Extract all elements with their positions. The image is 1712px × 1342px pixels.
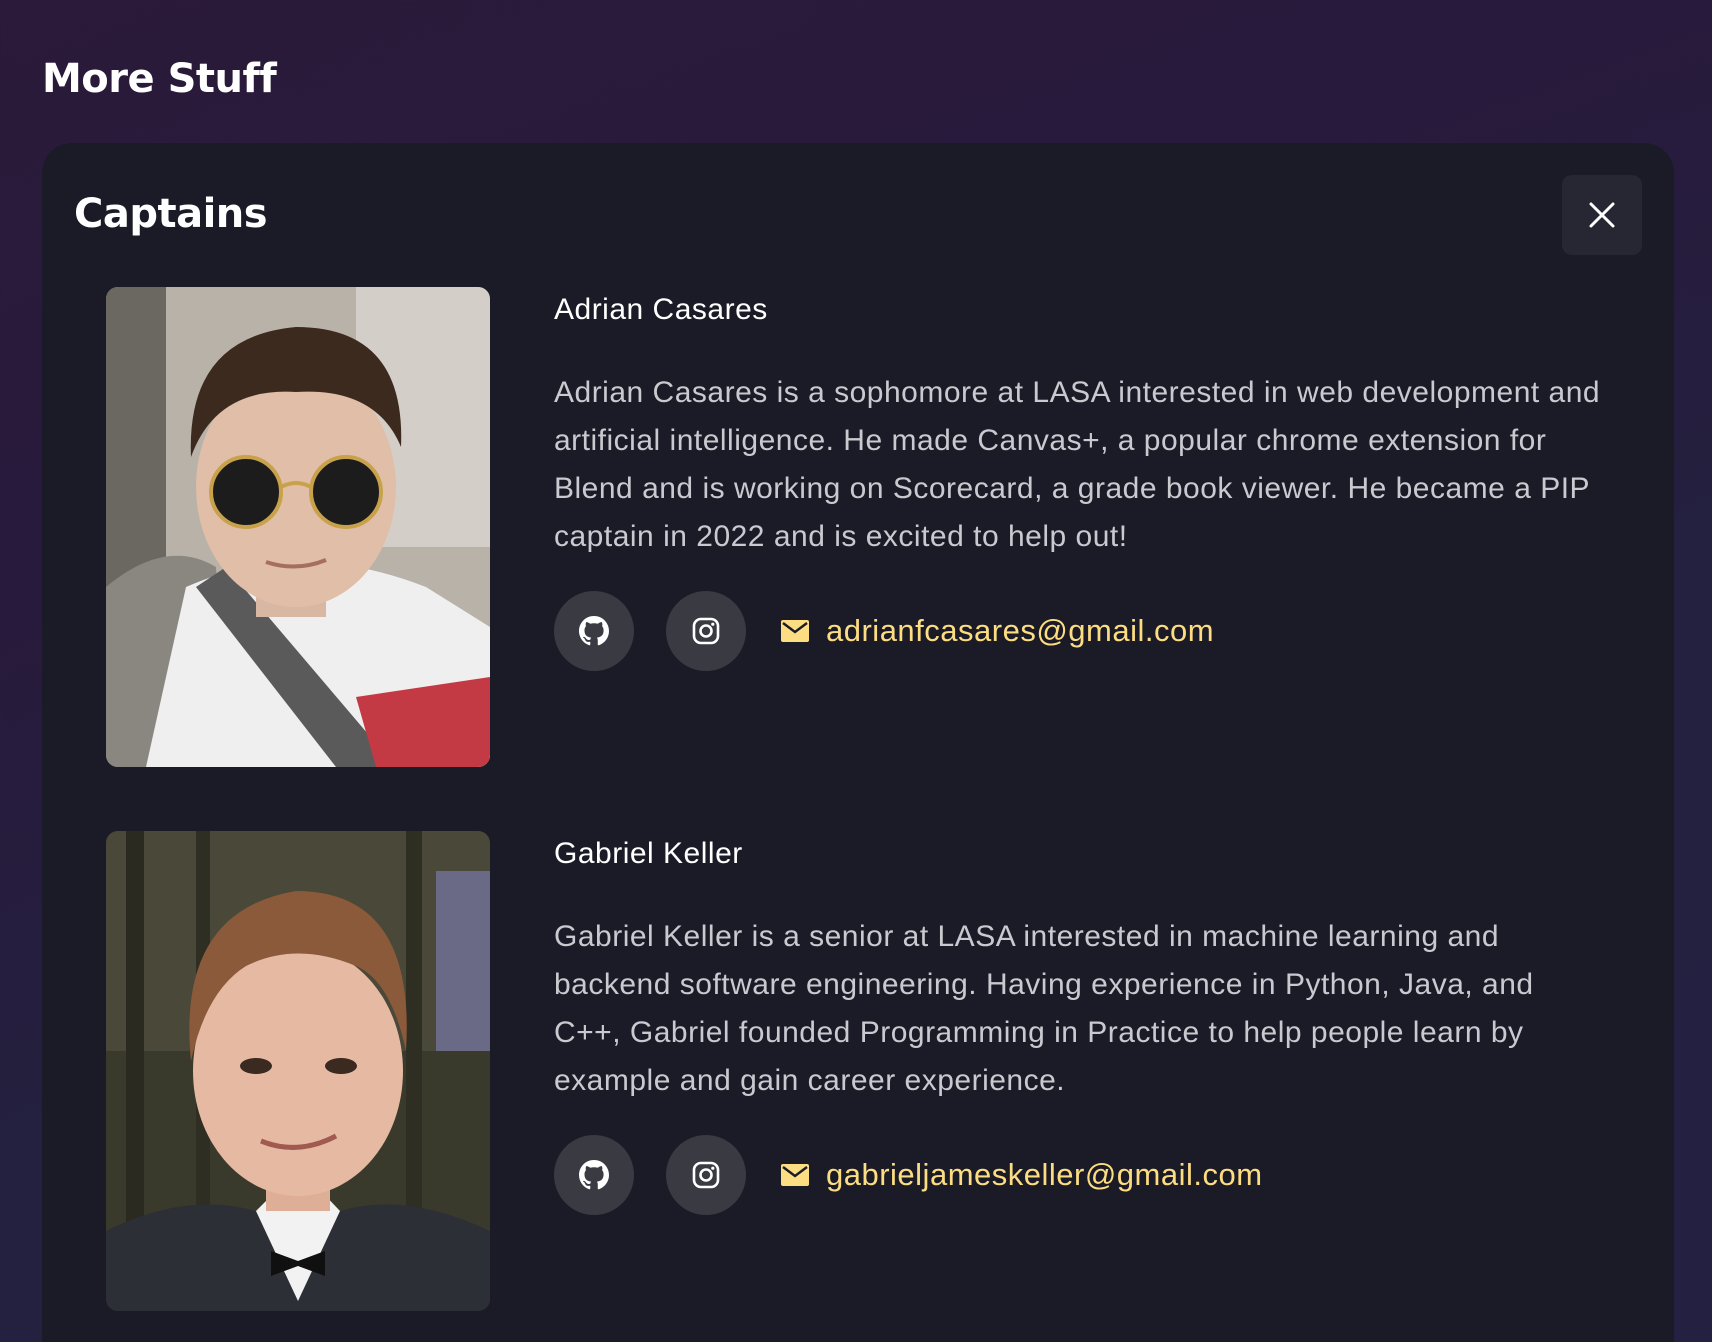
instagram-button[interactable] — [666, 591, 746, 671]
captain-name: Adrian Casares — [554, 293, 768, 326]
instagram-icon — [692, 1161, 720, 1189]
captains-panel: Captains Adrian Casares Adrian Casares i… — [42, 143, 1674, 1342]
captain-card: Gabriel Keller Gabriel Keller is a senio… — [106, 831, 1626, 1311]
captain-card: Adrian Casares Adrian Casares is a sopho… — [106, 287, 1626, 767]
mail-icon — [780, 1163, 810, 1187]
github-button[interactable] — [554, 591, 634, 671]
email-link[interactable]: gabrieljameskeller@gmail.com — [826, 1157, 1263, 1193]
captain-photo — [106, 287, 490, 767]
github-button[interactable] — [554, 1135, 634, 1215]
section-title: More Stuff — [42, 56, 277, 102]
instagram-icon — [692, 617, 720, 645]
captain-name: Gabriel Keller — [554, 837, 743, 870]
email-link[interactable]: adrianfcasares@gmail.com — [826, 613, 1214, 649]
instagram-button[interactable] — [666, 1135, 746, 1215]
captain-bio: Adrian Casares is a sophomore at LASA in… — [554, 376, 1601, 553]
github-icon — [579, 1160, 609, 1190]
close-button[interactable] — [1562, 175, 1642, 255]
contact-links: gabrieljameskeller@gmail.com — [554, 1135, 1263, 1215]
close-icon — [1589, 202, 1615, 228]
github-icon — [579, 616, 609, 646]
mail-icon — [780, 619, 810, 643]
panel-title: Captains — [74, 191, 268, 237]
captain-photo — [106, 831, 490, 1311]
captain-bio: Gabriel Keller is a senior at LASA inter… — [554, 920, 1534, 1097]
contact-links: adrianfcasares@gmail.com — [554, 591, 1214, 671]
